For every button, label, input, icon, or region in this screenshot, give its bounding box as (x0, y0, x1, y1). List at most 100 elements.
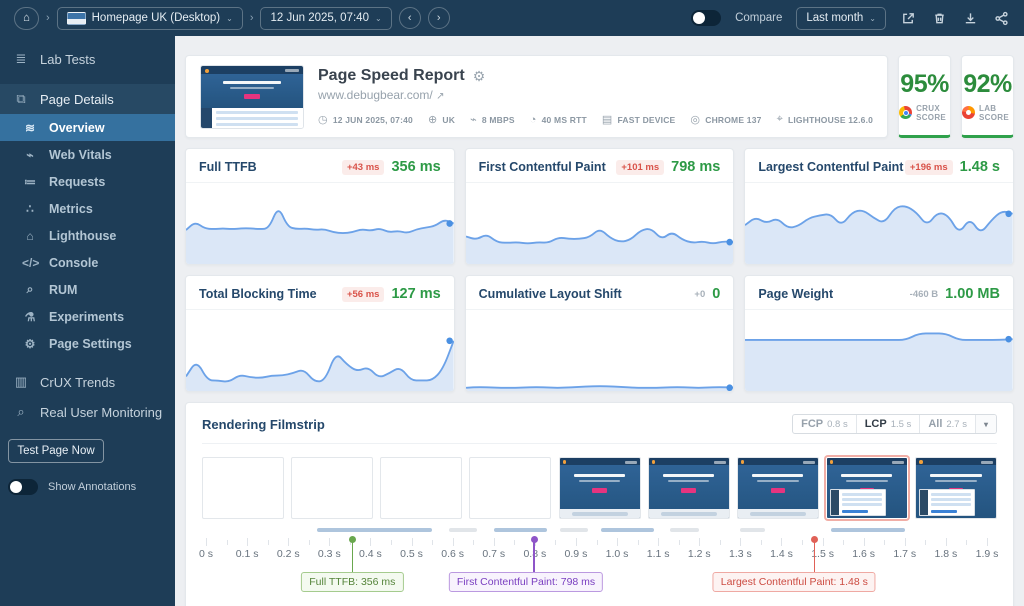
filmstrip-range-lcp[interactable]: LCP1.5 s (856, 415, 920, 433)
show-annotations-toggle[interactable] (8, 479, 38, 495)
page-screenshot-thumbnail (200, 65, 304, 129)
request-bar (670, 528, 699, 532)
sidebar-item-overview[interactable]: ≋Overview (0, 114, 175, 141)
axis-tick (597, 540, 598, 545)
clock-icon: ◷ (318, 113, 328, 126)
breadcrumb-separator: › (250, 12, 254, 24)
filmstrip-frame-6[interactable] (648, 457, 730, 519)
metric-sparkline-chart (186, 183, 454, 264)
metric-sparkline-chart (745, 183, 1013, 264)
sidebar-item-label: Metrics (49, 202, 93, 216)
metric-sparkline-chart (466, 310, 734, 391)
test-config-badge: ⊕UK (428, 113, 455, 126)
report-url[interactable]: www.debugbear.com/ ↗ (318, 88, 873, 102)
sidebar-item-page-settings[interactable]: ⚙Page Settings (0, 330, 175, 357)
filmstrip-frame-9[interactable] (915, 457, 997, 519)
latency-icon: ◔ (530, 114, 537, 126)
open-external-icon[interactable] (900, 10, 917, 27)
sidebar-item-label: Web Vitals (49, 148, 112, 162)
axis-tick (555, 540, 556, 545)
metric-card-largest-contentful-paint: Largest Contentful Paint+196 ms1.48 s (744, 148, 1014, 265)
metric-value: 127 ms (391, 286, 440, 302)
share-icon[interactable] (993, 10, 1010, 27)
metric-title: First Contentful Paint (479, 160, 617, 174)
axis-tick (412, 538, 413, 546)
sidebar-item-label: Page Details (40, 92, 114, 107)
next-test-button[interactable]: › (428, 7, 450, 29)
axis-label: 0.7 s (482, 548, 505, 560)
axis-tick (453, 538, 454, 546)
axis-label: 1.1 s (647, 548, 670, 560)
filmstrip-frame-5[interactable] (559, 457, 641, 519)
sidebar-item-page-details[interactable]: ⧉Page Details (0, 84, 175, 114)
rum-icon: ⌕ (22, 282, 38, 297)
sidebar-item-label: Real User Monitoring (40, 405, 162, 420)
date-range-dropdown[interactable]: Last month ⌄ (796, 7, 886, 30)
segment-value: 1.5 s (891, 419, 912, 430)
axis-label: 0.6 s (441, 548, 464, 560)
report-settings-gear-icon[interactable]: ⚙ (473, 68, 486, 85)
sidebar-item-web-vitals[interactable]: ⌁Web Vitals (0, 141, 175, 168)
filmstrip-frame-1[interactable] (202, 457, 284, 519)
request-bar (449, 528, 478, 532)
sidebar-item-rum[interactable]: ⌕RUM (0, 276, 175, 303)
sidebar-item-real-user-monitoring[interactable]: ⌕Real User Monitoring (0, 397, 175, 427)
delete-icon[interactable] (931, 10, 948, 27)
sidebar-item-experiments[interactable]: ⚗Experiments (0, 303, 175, 330)
chevron-down-icon[interactable]: ▾ (975, 415, 996, 433)
filmstrip-frame-8-lcp[interactable] (826, 457, 908, 519)
frame-navbar (560, 458, 640, 465)
axis-tick (391, 540, 392, 545)
filmstrip-frame-3[interactable] (380, 457, 462, 519)
segment-label: All (928, 418, 942, 430)
metric-sparkline-chart (745, 310, 1013, 391)
metric-delta-badge: +0 (689, 287, 705, 302)
axis-label: 1.8 s (935, 548, 958, 560)
axis-tick (905, 538, 906, 546)
home-button[interactable]: ⌂ (14, 7, 39, 30)
sidebar-item-lab-tests[interactable]: ≣Lab Tests (0, 44, 175, 74)
sidebar-item-lighthouse[interactable]: ⌂Lighthouse (0, 222, 175, 249)
axis-label: 0.8 s (523, 548, 546, 560)
axis-label: 0.2 s (277, 548, 300, 560)
test-page-now-button[interactable]: Test Page Now (8, 439, 104, 463)
axis-tick (494, 538, 495, 546)
download-icon[interactable] (962, 10, 979, 27)
filmstrip-frame-2[interactable] (291, 457, 373, 519)
filmstrip-frame-7[interactable] (737, 457, 819, 519)
metric-card-first-contentful-paint: First Contentful Paint+101 ms798 ms (465, 148, 735, 265)
lighthouse-logo-icon (962, 106, 975, 119)
marker-dot (349, 536, 356, 543)
test-config-badge: ◷12 JUN 2025, 07:40 (318, 113, 413, 126)
axis-label: 1.4 s (770, 548, 793, 560)
sidebar-item-console[interactable]: </>Console (0, 249, 175, 276)
axis-tick (925, 540, 926, 545)
overview-icon: ≋ (22, 121, 38, 135)
axis-tick (802, 540, 803, 545)
marker-dot (531, 536, 538, 543)
sidebar-item-label: Page Settings (49, 337, 132, 351)
date-selector-dropdown[interactable]: 12 Jun 2025, 07:40 ⌄ (260, 7, 391, 30)
metric-delta-badge: +56 ms (342, 287, 385, 302)
axis-tick (823, 538, 824, 546)
sidebar-item-requests[interactable]: ≔Requests (0, 168, 175, 195)
compare-toggle[interactable] (691, 10, 721, 26)
filmstrip-range-all[interactable]: All2.7 s (919, 415, 975, 433)
filmstrip-frame-4[interactable] (469, 457, 551, 519)
axis-label: 0.5 s (400, 548, 423, 560)
axis-tick (247, 538, 248, 546)
axis-tick (288, 538, 289, 546)
sidebar-item-crux-trends[interactable]: ▥CrUX Trends (0, 367, 175, 397)
axis-tick (617, 538, 618, 546)
date-range-label: Last month (806, 12, 863, 24)
sidebar-item-label: Lab Tests (40, 52, 95, 67)
page-selector-dropdown[interactable]: Homepage UK (Desktop) ⌄ (57, 7, 243, 30)
filmstrip-range-fcp[interactable]: FCP0.8 s (793, 415, 856, 433)
metric-title: Largest Contentful Paint (758, 160, 905, 174)
sidebar-item-label: Experiments (49, 310, 124, 324)
crux-trends-icon: ▥ (13, 374, 29, 390)
sidebar-item-metrics[interactable]: ∴Metrics (0, 195, 175, 222)
axis-tick (884, 540, 885, 545)
sidebar-item-label: Console (49, 256, 98, 270)
prev-test-button[interactable]: ‹ (399, 7, 421, 29)
